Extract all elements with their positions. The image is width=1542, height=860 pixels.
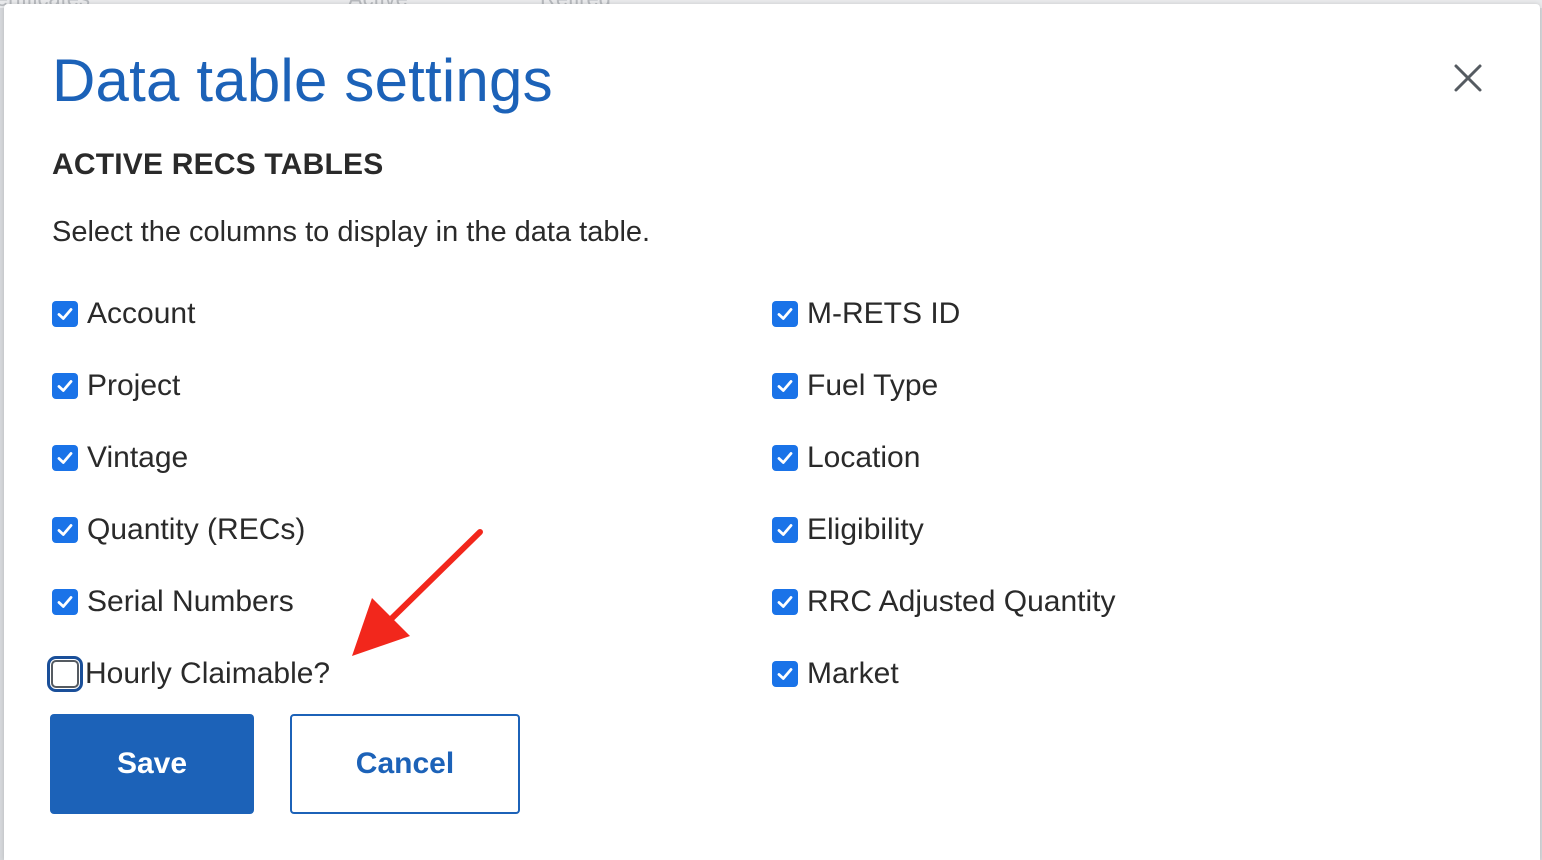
checkmark-icon — [57, 596, 73, 608]
checkbox-checked[interactable] — [52, 301, 78, 327]
column-option-eligibility[interactable]: Eligibility — [772, 510, 924, 550]
column-option-label: Hourly Claimable? — [85, 657, 331, 690]
checkbox-unchecked-focused[interactable] — [47, 656, 83, 692]
checkbox-checked[interactable] — [772, 517, 798, 543]
column-option-label: Fuel Type — [807, 369, 939, 402]
checkmark-icon — [57, 524, 73, 536]
checkbox-checked[interactable] — [772, 301, 798, 327]
column-option-vintage[interactable]: Vintage — [52, 438, 188, 478]
column-option-account[interactable]: Account — [52, 294, 195, 334]
save-button[interactable]: Save — [50, 714, 254, 814]
checkmark-icon — [777, 308, 793, 320]
column-option-label: Project — [87, 369, 181, 402]
checkbox-checked[interactable] — [52, 373, 78, 399]
column-option-market[interactable]: Market — [772, 654, 899, 694]
checkmark-icon — [777, 524, 793, 536]
checkmark-icon — [777, 596, 793, 608]
close-button[interactable] — [1448, 58, 1488, 98]
checkmark-icon — [777, 380, 793, 392]
column-option-label: RRC Adjusted Quantity — [807, 585, 1116, 618]
checkbox-checked[interactable] — [52, 589, 78, 615]
checkmark-icon — [777, 452, 793, 464]
column-option-label: M-RETS ID — [807, 297, 961, 330]
column-option-hourly-claimable[interactable]: Hourly Claimable? — [47, 654, 331, 694]
dialog-title: Data table settings — [52, 47, 553, 114]
column-option-label: Eligibility — [807, 513, 924, 546]
column-option-label: Quantity (RECs) — [87, 513, 306, 546]
column-option-label: Location — [807, 441, 921, 474]
column-option-quantity[interactable]: Quantity (RECs) — [52, 510, 305, 550]
column-option-fuel-type[interactable]: Fuel Type — [772, 366, 938, 406]
checkbox-checked[interactable] — [772, 445, 798, 471]
checkmark-icon — [57, 380, 73, 392]
data-table-settings-dialog: Data table settings ACTIVE RECS TABLES S… — [4, 4, 1540, 860]
checkbox-checked[interactable] — [772, 373, 798, 399]
section-heading: ACTIVE RECS TABLES — [52, 148, 384, 181]
column-option-project[interactable]: Project — [52, 366, 180, 406]
close-icon — [1454, 64, 1482, 92]
checkmark-icon — [57, 308, 73, 320]
column-option-serial-numbers[interactable]: Serial Numbers — [52, 582, 294, 622]
column-option-label: Account — [87, 297, 196, 330]
arrow-annotation-icon — [352, 529, 483, 656]
checkmark-icon — [777, 668, 793, 680]
column-option-label: Serial Numbers — [87, 585, 294, 618]
checkbox-checked[interactable] — [772, 589, 798, 615]
instruction-text: Select the columns to display in the dat… — [52, 216, 651, 248]
column-option-mrets-id[interactable]: M-RETS ID — [772, 294, 960, 334]
checkbox-checked[interactable] — [52, 517, 78, 543]
checkbox-checked[interactable] — [52, 445, 78, 471]
checkmark-icon — [57, 452, 73, 464]
column-option-location[interactable]: Location — [772, 438, 920, 478]
checkbox-checked[interactable] — [772, 661, 798, 687]
column-option-label: Market — [807, 657, 899, 690]
column-option-rrc-adjusted-quantity[interactable]: RRC Adjusted Quantity — [772, 582, 1115, 622]
column-option-label: Vintage — [87, 441, 189, 474]
cancel-button[interactable]: Cancel — [290, 714, 520, 814]
